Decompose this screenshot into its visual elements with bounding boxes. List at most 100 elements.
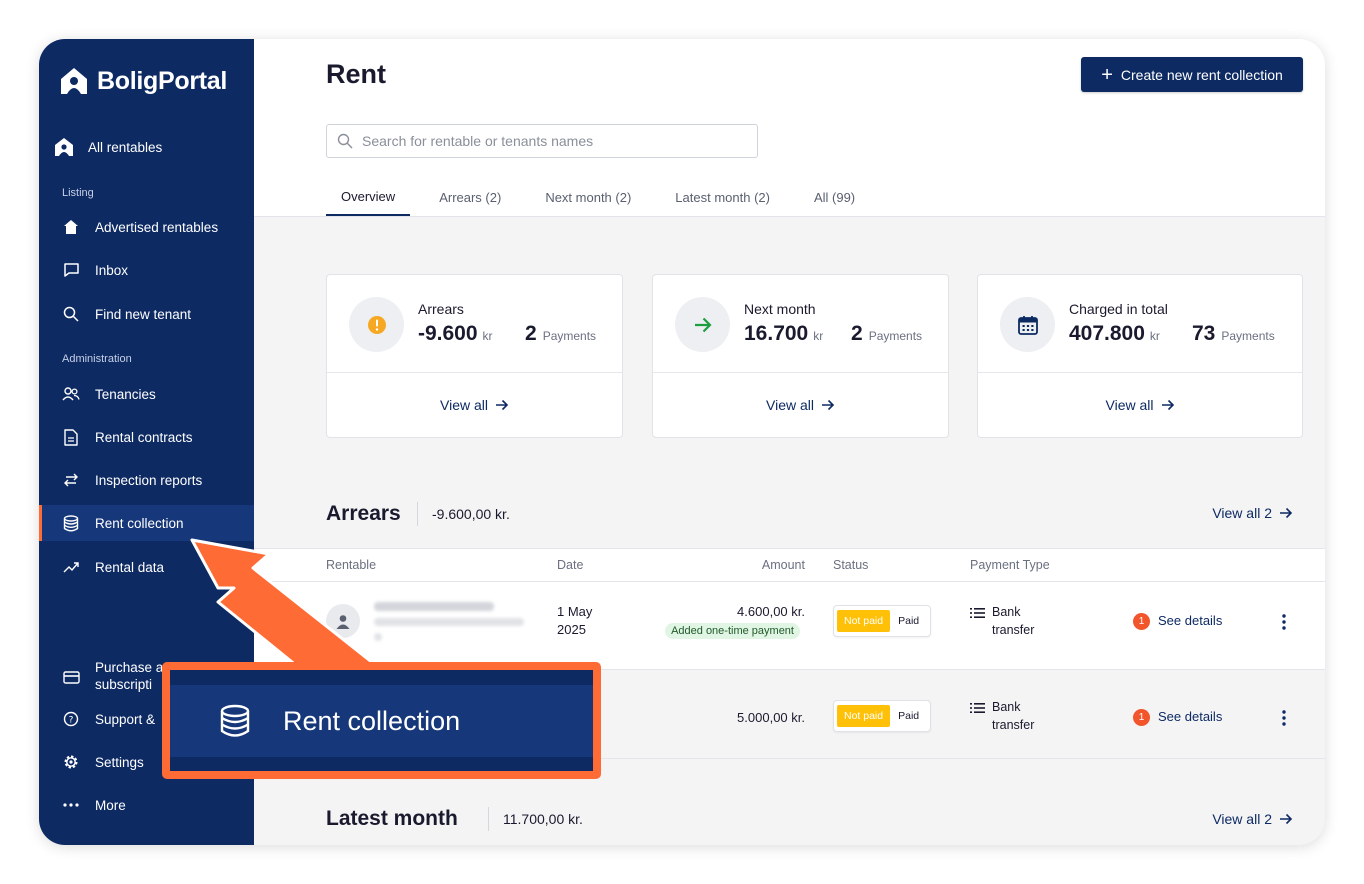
list-icon (970, 608, 985, 618)
people-icon (62, 385, 80, 403)
card-amount: -9.600 kr (418, 322, 493, 346)
card-currency: kr (1149, 329, 1160, 343)
table-row[interactable]: 1 May 2025 4.600,00 kr. Added one-time p… (254, 582, 1325, 670)
card-count-value: 2 (851, 322, 863, 345)
column-header-payment-type: Payment Type (970, 558, 1050, 572)
logo-icon (61, 68, 87, 94)
arrow-right-icon (1161, 399, 1174, 411)
chat-icon (62, 261, 80, 279)
card-currency: kr (813, 329, 824, 343)
row-amount: 5.000,00 kr. (737, 710, 805, 725)
search-box[interactable] (326, 124, 758, 158)
more-options-icon[interactable] (1275, 706, 1293, 730)
arrow-right-icon (496, 399, 509, 411)
status-paid[interactable]: Paid (890, 610, 927, 632)
see-details-link[interactable]: See details (1158, 709, 1222, 724)
tab-next-month[interactable]: Next month (2) (530, 179, 646, 216)
notification-badge: 1 (1133, 613, 1150, 630)
tab-latest-month[interactable]: Latest month (2) (660, 179, 785, 216)
latest-month-view-all-link[interactable]: View all 2 (1212, 811, 1293, 827)
tab-overview[interactable]: Overview (326, 179, 411, 216)
sidebar-item-label: Support & (95, 711, 156, 727)
database-icon (62, 514, 80, 532)
sidebar-item-tenancies[interactable]: Tenancies (39, 376, 254, 412)
sidebar-item-label: Settings (95, 754, 144, 770)
create-rent-collection-button[interactable]: + Create new rent collection (1081, 57, 1303, 92)
sidebar-item-more[interactable]: More (39, 787, 254, 823)
summary-card-charged-total: Charged in total 407.800 kr 73 Payments Vi… (977, 274, 1303, 438)
sidebar-item-find-new-tenant[interactable]: Find new tenant (39, 296, 254, 332)
row-amount: 4.600,00 kr. (737, 604, 805, 619)
page-title: Rent (326, 59, 386, 89)
card-view-all-link[interactable]: View all (653, 373, 948, 437)
trend-icon (62, 558, 80, 576)
arrears-view-all-link[interactable]: View all 2 (1212, 505, 1293, 521)
callout-rent-collection-item: Rent collection (170, 685, 593, 757)
address-redacted-2 (374, 633, 382, 641)
sidebar-section-administration: Administration (62, 353, 132, 365)
table-header: Rentable Date Amount Status Payment Type (254, 548, 1325, 582)
help-icon: ? (62, 710, 80, 728)
sidebar-item-inspection-reports[interactable]: Inspection reports (39, 462, 254, 498)
address-redacted (374, 618, 524, 626)
sidebar-item-all-rentables[interactable]: All rentables (39, 129, 254, 165)
card-title: Arrears (418, 301, 464, 317)
card-count: 2 Payments (851, 322, 922, 346)
logo[interactable]: BoligPortal (59, 64, 227, 98)
card-view-all-link[interactable]: View all (327, 373, 622, 437)
gear-icon (62, 753, 80, 771)
arrow-right-icon (1280, 507, 1293, 519)
zoom-callout: Rent collection (162, 662, 601, 779)
payment-type-label: Bank transfer (992, 605, 1035, 637)
card-title: Next month (744, 301, 816, 317)
status-not-paid[interactable]: Not paid (837, 610, 891, 632)
sidebar-item-rental-contracts[interactable]: Rental contracts (39, 419, 254, 455)
card-count-value: 73 (1192, 322, 1216, 345)
warning-icon (349, 297, 404, 352)
payment-type: Bank transfer (970, 603, 1042, 639)
latest-month-sum: 11.700,00 kr. (488, 807, 583, 831)
sidebar-item-inbox[interactable]: Inbox (39, 252, 254, 288)
column-header-amount: Amount (761, 558, 805, 572)
sidebar-item-rent-collection[interactable]: Rent collection (39, 505, 254, 541)
see-details-link[interactable]: See details (1158, 613, 1222, 628)
sidebar-item-label: Tenancies (95, 386, 156, 402)
purchase-line-2: subscripti (95, 677, 153, 692)
document-icon (62, 428, 80, 446)
sidebar-item-label: All rentables (88, 139, 163, 155)
card-count: 2 Payments (525, 322, 596, 346)
database-icon (220, 704, 250, 737)
sidebar-section-listing: Listing (62, 187, 94, 199)
card-amount: 16.700 kr (744, 322, 823, 346)
status-toggle[interactable]: Not paid Paid (833, 605, 932, 637)
column-header-rentable: Rentable (326, 558, 377, 572)
card-icon (62, 668, 80, 686)
status-paid[interactable]: Paid (890, 705, 927, 727)
tab-all[interactable]: All (99) (799, 179, 870, 216)
card-amount-value: -9.600 (418, 322, 478, 345)
page-header: Rent + Create new rent collection Overvi… (254, 39, 1325, 217)
status-not-paid[interactable]: Not paid (837, 705, 891, 727)
sidebar-item-rental-data[interactable]: Rental data (39, 549, 254, 585)
create-button-label: Create new rent collection (1120, 66, 1283, 83)
svg-text:?: ? (69, 716, 74, 726)
card-amount: 407.800 kr (1069, 322, 1160, 346)
status-toggle[interactable]: Not paid Paid (833, 700, 932, 732)
row-date: 1 May 2025 (557, 604, 593, 637)
tab-arrears[interactable]: Arrears (2) (424, 179, 516, 216)
search-input[interactable] (362, 133, 742, 149)
view-all-label: View all (1105, 397, 1154, 413)
card-amount-value: 16.700 (744, 322, 809, 345)
list-icon (970, 703, 985, 713)
column-header-status: Status (833, 558, 869, 572)
search-icon (337, 133, 353, 149)
avatar (326, 604, 360, 638)
latest-month-section-title: Latest month (326, 807, 458, 830)
card-view-all-link[interactable]: View all (978, 373, 1302, 437)
card-title: Charged in total (1069, 301, 1168, 317)
summary-card-arrears: Arrears -9.600 kr 2 Payments View all (326, 274, 623, 438)
sidebar-item-advertised-rentables[interactable]: Advertised rentables (39, 209, 254, 245)
sidebar-item-label: Rental contracts (95, 429, 193, 445)
more-options-icon[interactable] (1275, 610, 1293, 634)
purchase-line-1: Purchase a (95, 660, 164, 675)
